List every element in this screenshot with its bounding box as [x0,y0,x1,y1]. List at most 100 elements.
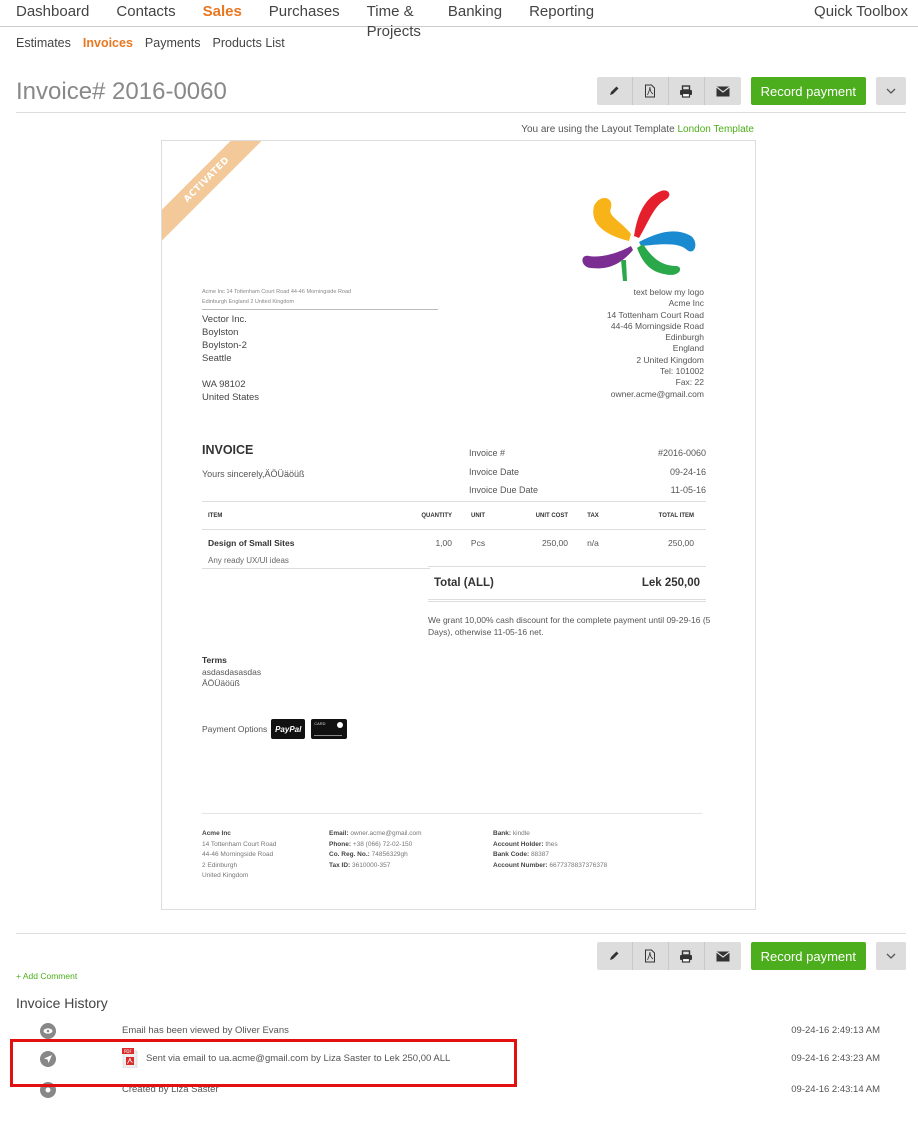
column-header-quantity: QUANTITY [421,512,452,519]
column-header-unit: UNIT [471,512,485,519]
history-entry-time: 09-24-16 2:43:23 AM [791,1053,880,1064]
action-button-group [596,942,741,970]
table-row: Design of Small Sites 1,00 Pcs 250,00 n/… [202,533,706,553]
footer-account-number: 6677378837376378 [549,861,608,869]
nav-banking[interactable]: Banking [448,2,502,42]
invoice-total: Total (ALL) Lek 250,00 [428,566,706,602]
nav-reporting[interactable]: Reporting [529,2,594,42]
subnav-payments[interactable]: Payments [145,36,201,50]
template-link[interactable]: London Template [677,124,754,135]
recipient-line: Boylston [202,327,239,338]
footer-label: Co. Reg. No.: [329,851,370,858]
history-entry: Created by Liza Saster 09-24-16 2:43:14 … [0,1082,918,1102]
envelope-icon [715,86,730,96]
sender-address-line: Acme Inc 14 Tottenham Court Road 44-46 M… [202,287,438,310]
recipient-line: Seattle [202,353,232,364]
item-unit-cost: 250,00 [542,538,568,548]
company-line: Edinburgh [665,332,704,343]
pdf-button[interactable] [633,77,669,105]
item-quantity: 1,00 [435,538,452,548]
footer-email: owner.acme@gmail.com [350,830,422,837]
recipient-spacer [202,365,259,378]
edit-button[interactable] [597,942,633,970]
invoice-number-value: #2016-0060 [657,448,706,458]
company-line: 44-46 Morningside Road [610,320,704,331]
meta-row: Invoice Due Date 11-05-16 [469,481,706,500]
invoice-heading: INVOICE [202,443,254,457]
invoice-history-title: Invoice History [16,995,108,1011]
send-icon [40,1051,56,1067]
footer-bank: Bank: kindle Account Holder: thes Bank C… [493,829,607,871]
history-entry-text: Sent via email to ua.acme@gmail.com by L… [146,1053,451,1064]
footer-contact: Email: owner.acme@gmail.com Phone: +38 (… [329,829,422,871]
nav-time-projects[interactable]: Time & Projects [367,2,421,42]
history-entry-text: Email has been viewed by Oliver Evans [122,1025,289,1036]
more-actions-button[interactable] [876,942,906,970]
pdf-attachment-icon[interactable]: PDF [122,1048,138,1068]
card-badge: CARD [311,719,348,739]
paypal-badge: PayPal [271,719,306,739]
add-comment-link[interactable]: + Add Comment [16,971,77,981]
terms-line: ÄÖÜäöüß [202,678,240,688]
footer-account-holder: thes [545,840,558,848]
record-payment-button[interactable]: Record payment [750,942,866,970]
footer-bank-code: 88387 [530,851,550,858]
edit-button[interactable] [597,77,633,105]
column-header-item: ITEM [208,512,223,519]
svg-text:PDF: PDF [124,1049,132,1054]
item-description: Any ready UX/UI ideas [202,553,430,569]
item-name: Design of Small Sites [208,538,295,548]
invoice-meta: Invoice # #2016-0060 Invoice Date 09-24-16… [469,444,706,500]
history-entry-time: 09-24-16 2:43:14 AM [791,1084,880,1095]
subnav-estimates[interactable]: Estimates [16,36,71,50]
recipient-line: WA 98102 [202,379,246,390]
meta-label: Invoice Date [469,466,520,477]
company-fax: Fax: 22 [675,377,704,388]
recipient-line: United States [202,392,260,403]
subnav-invoices[interactable]: Invoices [83,36,133,50]
pdf-button[interactable] [633,942,669,970]
created-icon [40,1082,56,1098]
company-line: England [672,343,704,354]
line-items-table: ITEM QUANTITY UNIT UNIT COST TAX TOTAL I… [202,501,706,569]
print-icon [680,84,693,98]
footer-reg-no: 74856329gh [371,851,408,858]
meta-row: Invoice # #2016-0060 [469,444,706,463]
discount-note: We grant 10,00% cash discount for the co… [428,615,711,637]
history-entry-text: Created by Liza Saster [122,1084,219,1095]
invoice-preview: ACTIVATED Acme Inc 14 Tottenham Court Ro… [161,140,756,910]
print-button[interactable] [669,942,705,970]
email-button[interactable] [705,942,741,970]
quick-toolbox-link[interactable]: Quick Toolbox [814,2,908,22]
card-label: CARD [314,721,326,726]
action-button-group [596,77,741,105]
footer-divider [202,813,702,814]
total-label: Total (ALL) [434,577,494,589]
recipient-name: Vector Inc. [202,314,247,325]
more-actions-button[interactable] [876,77,906,105]
card-chip-icon [337,722,344,728]
footer-company-name: Acme Inc [202,830,231,837]
footer-label: Account Holder: [493,840,544,848]
footer-address-line: 14 Tottenham Court Road [202,840,277,848]
chevron-down-icon [886,88,896,94]
status-ribbon: ACTIVATED [162,141,275,248]
envelope-icon [715,951,730,961]
meta-row: Invoice Date 09-24-16 [469,463,706,482]
footer-address-line: 2 Edinburgh [202,861,238,869]
company-line: Acme Inc [668,298,704,309]
column-header-total: TOTAL ITEM [658,512,694,519]
pdf-icon [645,84,656,98]
record-payment-button[interactable]: Record payment [750,77,866,105]
email-button[interactable] [705,77,741,105]
template-note-text: You are using the Layout Template [521,124,678,135]
print-button[interactable] [669,77,705,105]
company-line: 2 United Kingdom [636,354,704,365]
subnav-products-list[interactable]: Products List [213,36,285,50]
history-entry: Email has been viewed by Oliver Evans 09… [0,1023,918,1043]
print-icon [680,949,693,963]
invoice-due-date-value: 11-05-16 [670,485,706,495]
invoice-date-value: 09-24-16 [669,466,706,477]
company-email: owner.acme@gmail.com [610,388,704,399]
invoice-actions-bottom: Record payment [596,942,906,970]
